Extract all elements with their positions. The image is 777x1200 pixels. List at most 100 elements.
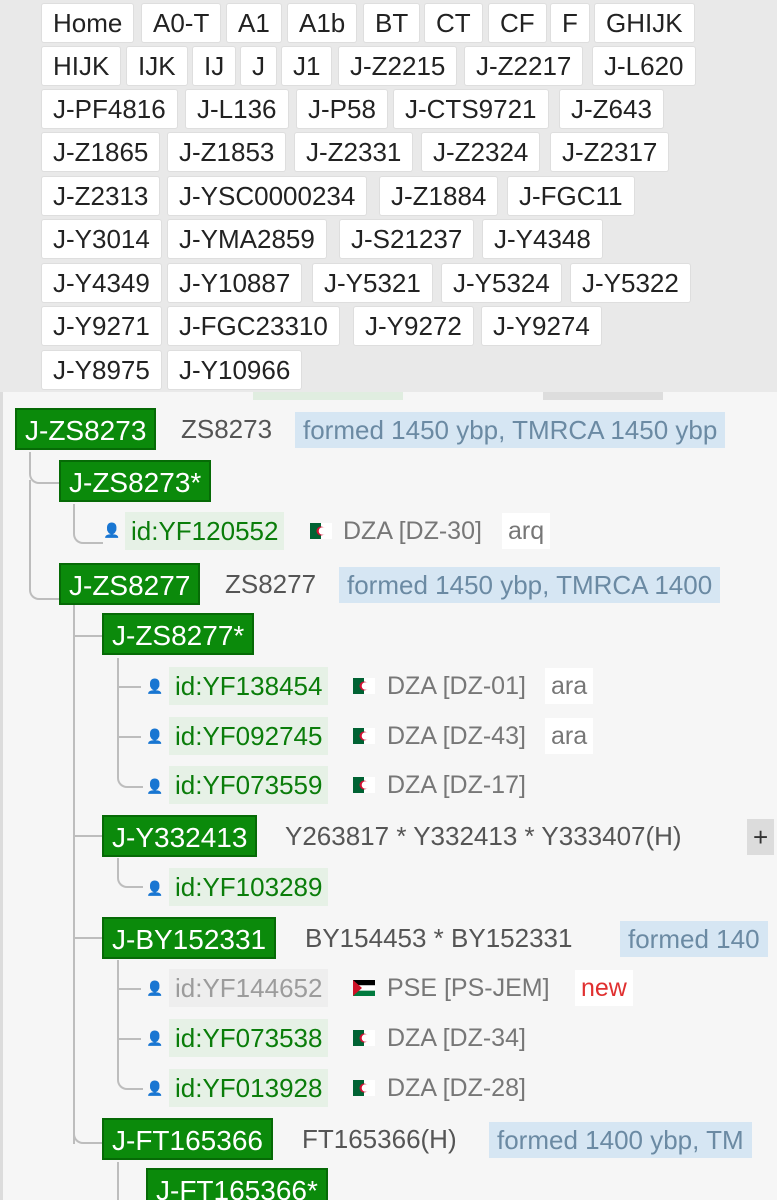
tree-connector xyxy=(117,658,119,768)
tree-connector xyxy=(117,858,143,888)
haplogroup-node[interactable]: J-FT165366 xyxy=(102,1118,273,1160)
tree-connector xyxy=(117,1162,119,1200)
breadcrumb-item[interactable]: J-FGC23310 xyxy=(168,307,339,345)
breadcrumb-item[interactable]: IJK xyxy=(127,47,187,85)
sample-id-link[interactable]: id:YF103289 xyxy=(169,868,329,906)
breadcrumb-item[interactable]: J-Y9272 xyxy=(354,307,473,345)
algeria-flag-icon xyxy=(353,1030,375,1046)
country-region: DZA [DZ-17] xyxy=(387,771,526,799)
sample-id-link[interactable]: id:YF013928 xyxy=(169,1069,329,1107)
breadcrumb-item[interactable]: HIJK xyxy=(42,47,121,85)
breadcrumb-item[interactable]: J-YSC0000234 xyxy=(168,177,367,215)
tree-connector xyxy=(73,937,103,939)
age-estimate-badge: formed 1450 ybp, TMRCA 1450 ybp xyxy=(295,412,726,448)
breadcrumb-item[interactable]: J-Y10966 xyxy=(168,351,302,389)
haplogroup-node[interactable]: J-Y332413 xyxy=(102,815,258,857)
breadcrumb-item[interactable]: J-Y10887 xyxy=(168,264,302,302)
breadcrumb-item[interactable]: J-Y5321 xyxy=(313,264,432,302)
snp-list: BY154453 * BY152331 xyxy=(305,923,573,953)
breadcrumb-item[interactable]: J-FGC11 xyxy=(508,177,634,215)
new-badge: new xyxy=(575,970,633,1006)
language-tag: ara xyxy=(545,718,594,754)
breadcrumb-item[interactable]: J-Y4349 xyxy=(42,264,161,302)
haplogroup-node[interactable]: J-ZS8277 xyxy=(59,563,201,605)
algeria-flag-icon xyxy=(353,678,375,694)
breadcrumb-item[interactable]: Home xyxy=(42,4,134,42)
person-icon: 👤 xyxy=(146,678,164,694)
breadcrumb-item[interactable]: J xyxy=(241,47,276,85)
algeria-flag-icon xyxy=(353,728,375,744)
breadcrumb-item[interactable]: J1 xyxy=(282,47,332,85)
breadcrumb-item[interactable]: J-YMA2859 xyxy=(168,220,326,258)
breadcrumb-item[interactable]: J-Z2313 xyxy=(42,177,160,215)
country-region: DZA [DZ-01] xyxy=(387,672,526,700)
breadcrumb-item[interactable]: J-Z2217 xyxy=(465,47,583,85)
breadcrumb-item[interactable]: A1 xyxy=(227,4,281,42)
country-region: DZA [DZ-30] xyxy=(343,517,482,545)
breadcrumb-item[interactable]: J-S21237 xyxy=(340,220,474,258)
tree-connector xyxy=(117,988,141,990)
person-icon: 👤 xyxy=(146,980,164,996)
breadcrumb-item[interactable]: J-Y8975 xyxy=(42,351,161,389)
breadcrumb-item[interactable]: J-Z2331 xyxy=(295,133,413,171)
breadcrumb-item[interactable]: J-Z2317 xyxy=(551,133,669,171)
sample-id-link[interactable]: id:YF073559 xyxy=(169,766,329,804)
age-estimate-badge: formed 1450 ybp, TMRCA 1400 xyxy=(339,567,721,603)
haplogroup-node[interactable]: J-ZS8277* xyxy=(102,613,255,655)
haplogroup-node[interactable]: J-ZS8273* xyxy=(59,460,212,502)
snp-list: Y263817 * Y332413 * Y333407(H) xyxy=(285,821,682,851)
breadcrumb-item[interactable]: J-Y9274 xyxy=(482,307,601,345)
tree-connector xyxy=(73,1112,105,1144)
age-estimate-badge: formed 1400 ybp, TM xyxy=(489,1122,752,1158)
breadcrumb-item[interactable]: J-Z2215 xyxy=(339,47,457,85)
sample-id-link[interactable]: id:YF073538 xyxy=(169,1019,329,1057)
sample-id-link[interactable]: id:YF138454 xyxy=(169,667,329,705)
breadcrumb-item[interactable]: J-CTS9721 xyxy=(394,90,548,128)
language-tag: arq xyxy=(502,513,551,549)
clipped-row-remnant xyxy=(543,392,663,400)
tree-connector xyxy=(29,480,31,580)
tree-connector xyxy=(73,504,103,544)
breadcrumb-item[interactable]: A1b xyxy=(288,4,357,42)
snp-list: ZS8277 xyxy=(225,569,317,599)
breadcrumb-item[interactable]: J-L136 xyxy=(186,90,288,128)
breadcrumb-item[interactable]: J-Y4348 xyxy=(483,220,602,258)
breadcrumb-item[interactable]: CT xyxy=(425,4,482,42)
haplogroup-node[interactable]: J-ZS8273 xyxy=(15,408,157,450)
tree-connector xyxy=(73,604,75,1144)
person-icon: 👤 xyxy=(146,880,164,896)
haplogroup-node[interactable]: J-FT165366* xyxy=(146,1168,328,1200)
breadcrumb-item[interactable]: J-PF4816 xyxy=(42,90,177,128)
sample-id-link[interactable]: id:YF092745 xyxy=(169,717,329,755)
expand-snps-button[interactable]: + xyxy=(747,819,775,855)
breadcrumb-item[interactable]: J-Z1884 xyxy=(380,177,498,215)
country-region: DZA [DZ-34] xyxy=(387,1024,526,1052)
snp-list: ZS8273 xyxy=(181,414,273,444)
tree-connector xyxy=(117,1038,141,1040)
breadcrumb-item[interactable]: J-P58 xyxy=(297,90,387,128)
breadcrumb-item[interactable]: J-Y5322 xyxy=(571,264,690,302)
breadcrumb-item[interactable]: J-L620 xyxy=(593,47,695,85)
person-icon: 👤 xyxy=(146,728,164,744)
breadcrumb-item[interactable]: J-Z1865 xyxy=(42,133,160,171)
breadcrumb-item[interactable]: J-Y9271 xyxy=(42,307,161,345)
breadcrumb-item[interactable]: BT xyxy=(364,4,420,42)
breadcrumb-item[interactable]: J-Z2324 xyxy=(422,133,540,171)
breadcrumb-item[interactable]: J-Y3014 xyxy=(42,220,161,258)
breadcrumb-item[interactable]: J-Z1853 xyxy=(168,133,286,171)
sample-id-link[interactable]: id:YF144652 xyxy=(169,969,329,1007)
person-icon: 👤 xyxy=(146,778,164,794)
haplogroup-node[interactable]: J-BY152331 xyxy=(102,917,277,959)
breadcrumb-item[interactable]: J-Z643 xyxy=(560,90,663,128)
breadcrumb-item[interactable]: F xyxy=(551,4,589,42)
breadcrumb-item[interactable]: CF xyxy=(489,4,546,42)
age-estimate-badge: formed 140 xyxy=(620,921,768,957)
person-icon: 👤 xyxy=(146,1080,164,1096)
breadcrumb-item[interactable]: GHIJK xyxy=(595,4,694,42)
sample-id-link[interactable]: id:YF120552 xyxy=(125,512,285,550)
breadcrumb-item[interactable]: J-Y5324 xyxy=(442,264,561,302)
breadcrumb-item[interactable]: IJ xyxy=(193,47,236,85)
breadcrumb-item[interactable]: A0-T xyxy=(142,4,221,42)
snp-list: FT165366(H) xyxy=(302,1124,457,1154)
tree-connector xyxy=(73,635,103,637)
